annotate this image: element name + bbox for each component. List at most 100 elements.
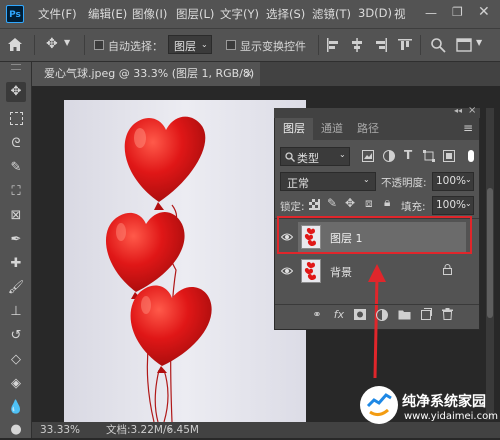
- auto-select-dropdown[interactable]: 图层 ⌄: [168, 35, 212, 54]
- eyedropper-tool-icon[interactable]: ✒: [6, 230, 26, 250]
- lock-position-icon[interactable]: ✥: [345, 196, 355, 210]
- opacity-value: 100%: [436, 175, 467, 187]
- search-icon[interactable]: [430, 37, 446, 53]
- options-bar: ✥ ▼ 自动选择： 图层 ⌄ 显示变换控件 ▼: [0, 28, 500, 62]
- align-left-icon[interactable]: [326, 38, 340, 52]
- menu-image[interactable]: 图像(I): [132, 6, 167, 22]
- layer-name: 背景: [330, 266, 352, 279]
- document-tab[interactable]: 爱心气球.jpeg @ 33.3% (图层 1, RGB/8) * ×: [32, 62, 260, 104]
- divider: [318, 35, 319, 55]
- menu-file[interactable]: 文件(F): [38, 6, 77, 22]
- menu-view[interactable]: 视: [394, 6, 406, 22]
- lock-artboard-icon[interactable]: ⧈: [365, 196, 373, 211]
- lock-icon: [443, 264, 452, 275]
- layer-filter-dropdown[interactable]: 类型 ⌄: [280, 147, 350, 166]
- dodge-tool-icon[interactable]: ●: [6, 420, 26, 440]
- highlight-box: [277, 216, 472, 254]
- blur-tool-icon[interactable]: 💧: [6, 398, 26, 418]
- fill-field[interactable]: 100% ⌄: [432, 196, 474, 215]
- blend-mode-value: 正常: [287, 177, 309, 190]
- close-panel-icon[interactable]: ×: [468, 105, 476, 116]
- blend-mode-dropdown[interactable]: 正常 ⌄: [280, 172, 376, 191]
- crop-tool-icon[interactable]: ⛶: [6, 182, 26, 202]
- menu-3d[interactable]: 3D(D): [358, 6, 392, 20]
- chevron-down-icon: ⌄: [465, 199, 472, 208]
- paint-bucket-tool-icon[interactable]: ◈: [6, 374, 26, 394]
- divider: [34, 35, 35, 55]
- annotation-arrow: [368, 264, 386, 379]
- group-icon[interactable]: [398, 309, 411, 320]
- auto-select-checkbox[interactable]: [94, 40, 104, 50]
- shape-filter-icon[interactable]: [423, 150, 435, 162]
- filter-toggle[interactable]: [468, 150, 474, 162]
- tab-paths[interactable]: 路径: [349, 118, 387, 140]
- menu-type[interactable]: 文字(Y): [220, 6, 259, 22]
- delete-icon[interactable]: [442, 308, 453, 320]
- home-icon[interactable]: [8, 38, 22, 51]
- panel-header[interactable]: ◂◂ ×: [274, 105, 480, 118]
- workspace-icon[interactable]: [456, 37, 472, 53]
- healing-brush-tool-icon[interactable]: ✚: [6, 254, 26, 274]
- history-brush-tool-icon[interactable]: ↺: [6, 326, 26, 346]
- layer-filter-value: 类型: [297, 152, 319, 165]
- restore-icon[interactable]: ❐: [452, 5, 463, 19]
- divider: [420, 35, 421, 55]
- mask-icon[interactable]: [354, 309, 366, 320]
- frame-tool-icon[interactable]: ⊠: [6, 206, 26, 226]
- photoshop-logo[interactable]: Ps: [6, 5, 24, 23]
- watermark-logo: [360, 386, 398, 424]
- fill-value: 100%: [436, 199, 467, 211]
- quick-selection-tool-icon[interactable]: ✎: [6, 158, 26, 178]
- smart-object-filter-icon[interactable]: [443, 150, 455, 162]
- lock-pixels-icon[interactable]: ✎: [327, 196, 337, 210]
- pixel-filter-icon[interactable]: [362, 150, 374, 162]
- menu-bar: Ps 文件(F) 编辑(E) 图像(I) 图层(L) 文字(Y) 选择(S) 滤…: [0, 0, 500, 28]
- lock-transparent-icon[interactable]: [309, 199, 320, 210]
- lock-all-icon[interactable]: 🔒︎: [384, 195, 390, 210]
- fx-icon[interactable]: fx: [332, 308, 346, 322]
- align-top-icon[interactable]: [398, 38, 412, 52]
- link-icon[interactable]: ⚭: [310, 308, 324, 322]
- visibility-eye-icon[interactable]: [281, 266, 293, 276]
- adjustment-filter-icon[interactable]: [383, 150, 395, 162]
- close-tab-icon[interactable]: ×: [244, 62, 253, 86]
- fill-label: 填充:: [401, 201, 426, 213]
- menu-select[interactable]: 选择(S): [266, 6, 305, 22]
- collapse-panel-icon[interactable]: ◂◂: [454, 106, 462, 115]
- move-tool-icon[interactable]: ✥: [6, 82, 26, 102]
- auto-select-label: 自动选择：: [108, 40, 163, 53]
- zoom-level[interactable]: 33.33%: [40, 422, 80, 438]
- align-right-icon[interactable]: [374, 38, 388, 52]
- opacity-field[interactable]: 100% ⌄: [432, 172, 474, 191]
- menu-edit[interactable]: 编辑(E): [88, 6, 127, 22]
- vertical-scrollbar[interactable]: [486, 108, 494, 420]
- type-filter-icon[interactable]: T: [404, 148, 412, 162]
- chevron-right-icon[interactable]: ›: [168, 422, 172, 438]
- tab-layers[interactable]: 图层: [275, 118, 313, 140]
- menu-layer[interactable]: 图层(L): [176, 6, 214, 22]
- clone-stamp-tool-icon[interactable]: ⊥: [6, 302, 26, 322]
- new-layer-icon[interactable]: [420, 308, 432, 320]
- chevron-down-icon[interactable]: ▼: [476, 38, 482, 47]
- adjustment-icon[interactable]: [376, 309, 388, 321]
- chevron-down-icon[interactable]: ▼: [64, 38, 70, 47]
- marquee-tool-icon[interactable]: [6, 108, 26, 128]
- search-icon: [285, 152, 295, 162]
- scrollbar-thumb[interactable]: [487, 188, 493, 318]
- balloon-photo[interactable]: [64, 100, 306, 422]
- lasso-tool-icon[interactable]: ᘓ: [6, 134, 26, 154]
- brush-tool-icon[interactable]: 🖌: [6, 278, 26, 298]
- minimize-icon[interactable]: —: [425, 6, 437, 20]
- show-transform-label: 显示变换控件: [240, 40, 306, 53]
- eraser-tool-icon[interactable]: ◇: [6, 350, 26, 370]
- move-tool-icon[interactable]: ✥: [46, 36, 58, 52]
- menu-filter[interactable]: 滤镜(T): [312, 6, 351, 22]
- panel-menu-icon[interactable]: ≡: [463, 121, 473, 135]
- align-center-icon[interactable]: [350, 38, 364, 52]
- tab-channels[interactable]: 通道: [313, 118, 351, 140]
- close-icon[interactable]: ✕: [478, 4, 490, 20]
- show-transform-checkbox[interactable]: [226, 40, 236, 50]
- panel-tabs: 图层 通道 路径 ≡: [275, 118, 479, 140]
- document-size: 文档:3.22M/6.45M: [106, 424, 199, 436]
- panel-grip[interactable]: [11, 64, 21, 70]
